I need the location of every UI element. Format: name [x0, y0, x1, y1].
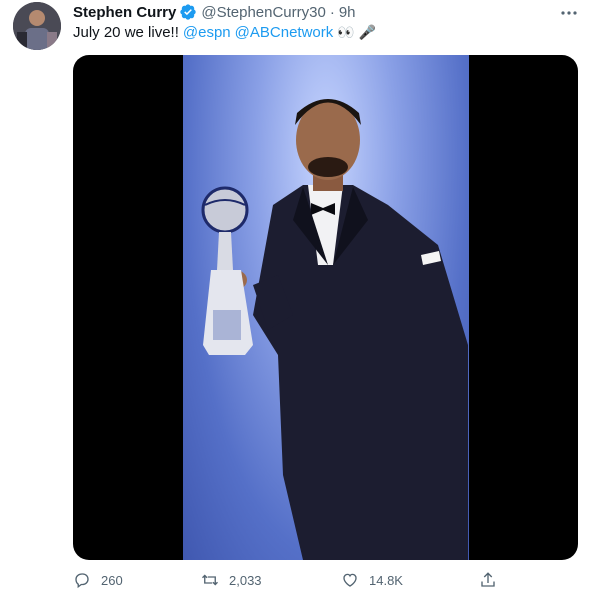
tweet-text-prefix: July 20 we live!! — [73, 24, 179, 41]
author-name[interactable]: Stephen Curry — [73, 4, 176, 21]
mention-abcnetwork[interactable]: @ABCnetwork — [235, 24, 334, 41]
avatar-image — [13, 2, 61, 50]
share-action[interactable] — [479, 571, 507, 589]
avatar[interactable] — [13, 2, 61, 50]
reply-icon — [75, 573, 89, 589]
author-handle[interactable]: @StephenCurry30 — [201, 4, 325, 21]
video-illustration — [201, 99, 468, 560]
tweet-actions: 260 2,033 14.8K — [73, 571, 513, 589]
video-frame — [183, 55, 469, 560]
heart-icon — [343, 573, 357, 587]
reply-count: 260 — [101, 572, 123, 588]
retweet-action[interactable]: 2,033 — [201, 571, 262, 589]
like-count: 14.8K — [369, 572, 403, 588]
verified-badge-icon — [179, 3, 197, 21]
more-icon[interactable] — [560, 4, 578, 24]
retweet-count: 2,033 — [229, 572, 262, 588]
tweet[interactable]: Stephen Curry @StephenCurry30 · 9h July … — [0, 0, 600, 589]
retweet-icon — [202, 574, 218, 586]
tweet-header: Stephen Curry @StephenCurry30 · 9h — [73, 2, 356, 22]
separator-dot: · — [329, 3, 335, 21]
like-action[interactable]: 14.8K — [341, 571, 403, 589]
tweet-video[interactable] — [73, 55, 578, 560]
mention-espn[interactable]: @espn — [183, 24, 231, 41]
tweet-text: July 20 we live!! @espn @ABCnetwork 👀 🎤 — [73, 24, 376, 41]
share-icon — [481, 572, 495, 587]
tweet-emoji: 👀 🎤 — [337, 24, 377, 40]
tweet-time[interactable]: 9h — [339, 4, 356, 21]
reply-action[interactable]: 260 — [73, 571, 123, 589]
